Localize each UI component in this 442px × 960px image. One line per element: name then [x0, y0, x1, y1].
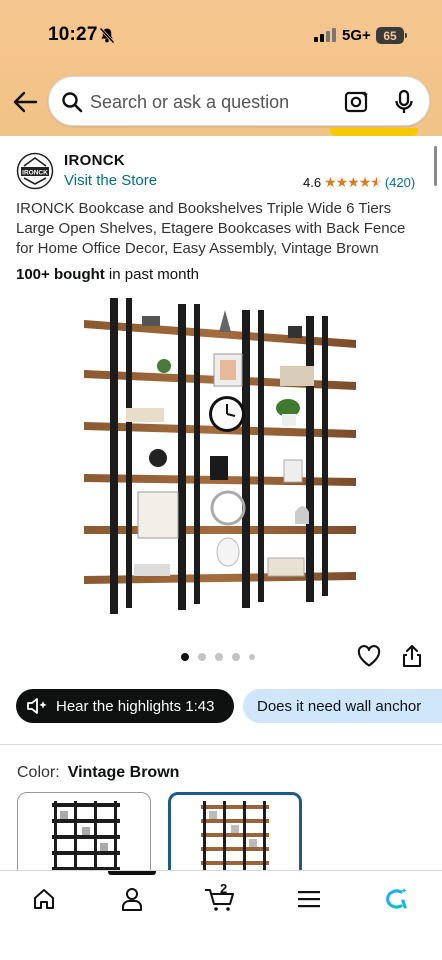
- top-header: 10:27 5G+ 65: [0, 0, 442, 136]
- bought-count-bold: 100+ bought: [16, 266, 105, 283]
- carousel-dot[interactable]: [181, 653, 189, 661]
- rufus-icon: [386, 888, 407, 909]
- battery-level: 65: [383, 28, 397, 43]
- hear-highlights-label: Hear the highlights 1:43: [56, 697, 215, 715]
- visit-store-link[interactable]: Visit the Store: [64, 172, 157, 189]
- carousel-dot[interactable]: [249, 654, 255, 660]
- signal-strength-icon: [314, 28, 336, 42]
- menu-icon: [298, 891, 320, 908]
- star-rating-icon: ★★★★★ ★: [324, 174, 383, 190]
- rating-value: 4.6: [303, 175, 322, 190]
- nav-home[interactable]: [24, 883, 64, 915]
- color-label: Color:: [17, 764, 60, 781]
- product-image[interactable]: [70, 290, 370, 620]
- speaker-sparkle-icon: [27, 698, 47, 714]
- network-type: 5G+: [342, 27, 371, 44]
- camera-lens-icon[interactable]: [344, 90, 370, 114]
- rating-count: (420): [384, 175, 416, 190]
- search-bar[interactable]: [48, 76, 430, 126]
- search-input[interactable]: [90, 89, 330, 115]
- status-time: 10:27: [48, 24, 98, 45]
- carousel-dot[interactable]: [215, 653, 223, 661]
- active-tab-indicator: [108, 871, 156, 875]
- search-icon: [62, 92, 83, 113]
- suggested-question-label: Does it need wall anchor: [257, 697, 422, 715]
- color-selector-label: Color: Vintage Brown: [17, 764, 179, 782]
- microphone-icon[interactable]: [394, 89, 414, 115]
- brand-logo-text: IRONCK: [22, 169, 48, 176]
- account-icon: [122, 888, 142, 911]
- color-option-vintage-brown[interactable]: [168, 792, 302, 882]
- nav-menu[interactable]: [289, 883, 329, 915]
- silent-bell-icon: [99, 27, 115, 44]
- home-icon: [34, 889, 54, 909]
- header-accent-strip: [330, 128, 418, 136]
- product-title: IRONCK Bookcase and Bookshelves Triple W…: [16, 200, 406, 257]
- bought-count-rest: in past month: [104, 266, 199, 283]
- back-arrow-icon[interactable]: [12, 90, 38, 114]
- image-carousel-dots[interactable]: [181, 653, 255, 661]
- heart-icon[interactable]: [357, 645, 381, 667]
- carousel-dot[interactable]: [198, 653, 206, 661]
- battery-icon: 65: [376, 27, 407, 44]
- scrollbar[interactable]: [434, 146, 437, 186]
- bought-count: 100+ bought in past month: [16, 266, 199, 283]
- share-icon[interactable]: [401, 644, 423, 668]
- carousel-dot[interactable]: [232, 653, 240, 661]
- color-value: Vintage Brown: [67, 764, 180, 781]
- nav-account[interactable]: [112, 883, 152, 915]
- hear-highlights-button[interactable]: Hear the highlights 1:43: [16, 689, 234, 723]
- section-divider: [0, 744, 442, 745]
- nav-rufus[interactable]: [376, 883, 416, 915]
- cart-count-badge: 2: [220, 881, 228, 896]
- rating-summary[interactable]: 4.6 ★★★★★ ★ (420): [303, 174, 415, 191]
- shelf-decor: [126, 310, 314, 577]
- color-option-black[interactable]: [17, 792, 151, 882]
- brand-name: IRONCK: [64, 152, 125, 169]
- black-bookcase-thumbnail: [52, 801, 120, 881]
- suggested-question-chip[interactable]: Does it need wall anchor: [243, 689, 442, 723]
- status-bar: 10:27 5G+ 65: [0, 0, 442, 70]
- bottom-nav: 2: [0, 870, 442, 960]
- brown-bookcase-thumbnail: [201, 801, 269, 879]
- brand-logo[interactable]: IRONCK: [16, 152, 54, 190]
